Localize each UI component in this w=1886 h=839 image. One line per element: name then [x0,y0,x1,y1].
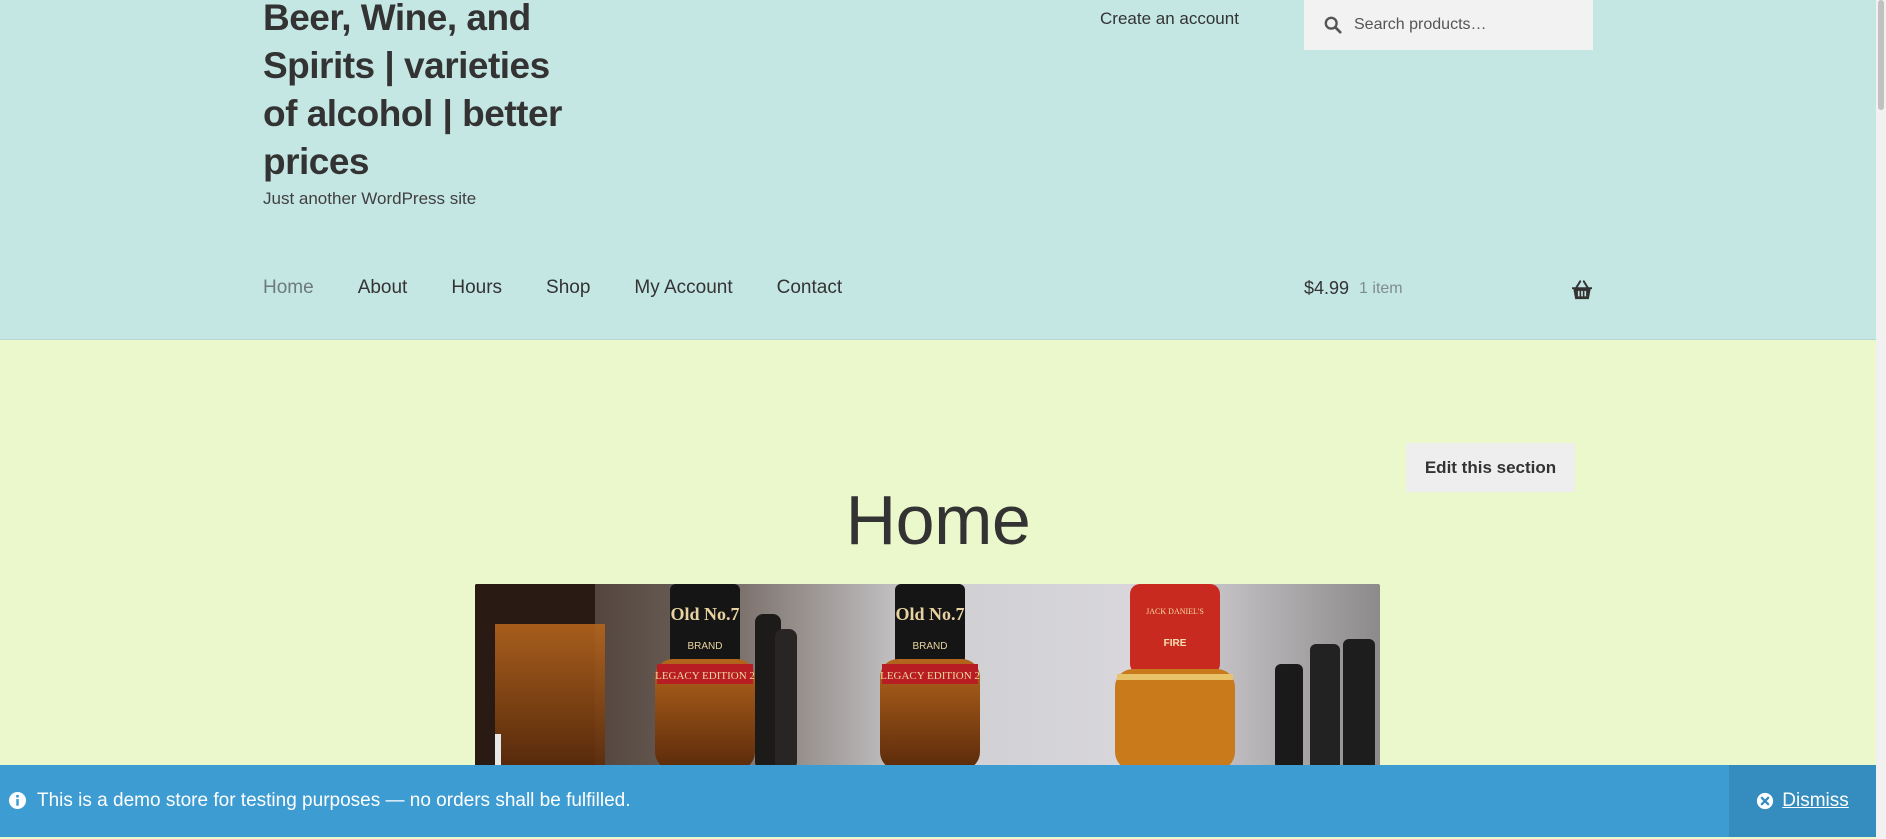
nav-item-about[interactable]: About [358,277,408,299]
hero-image: LEGACY EDITION 2 Old No.7 BRAND LEGACY E… [475,584,1380,770]
scrollbar-thumb[interactable] [1878,0,1884,110]
close-icon[interactable] [1756,792,1774,810]
demo-store-notice: This is a demo store for testing purpose… [0,765,1876,837]
page-scrollbar[interactable] [1876,0,1886,839]
demo-store-notice-text: This is a demo store for testing purpose… [37,790,631,811]
bottle-name-label: Old No.7 [670,604,739,624]
cart-amount[interactable]: $4.99 [1304,278,1349,299]
nav-item-home[interactable]: Home [263,277,314,299]
bottle-band-label: LEGACY EDITION 2 [655,670,755,682]
basket-icon[interactable] [1571,280,1593,300]
bottle-name-label: Old No.7 [895,604,964,624]
bottle-brand-label: BRAND [912,641,947,652]
cart-count[interactable]: 1 item [1359,280,1403,298]
site-header: Beer, Wine, and Spirits | varieties of a… [0,0,1876,340]
primary-navigation: Home About Hours Shop My Account Contact [263,277,842,299]
nav-item-shop[interactable]: Shop [546,277,590,299]
page-title: Home [845,481,1031,559]
info-icon [8,791,27,810]
header-cart[interactable]: $4.99 1 item [1304,278,1593,300]
site-title[interactable]: Beer, Wine, and Spirits | varieties of a… [263,0,583,186]
bottle-band-label: LEGACY EDITION 2 [880,670,980,682]
bottle-brand-label: BRAND [687,641,722,652]
dismiss-button[interactable]: Dismiss [1729,765,1876,837]
nav-item-contact[interactable]: Contact [777,277,842,299]
dismiss-link[interactable]: Dismiss [1782,790,1849,812]
site-tagline: Just another WordPress site [263,189,477,208]
search-icon [1324,16,1342,34]
bottle-band-label: FIRE [1164,638,1187,649]
liquor-bottles-image: LEGACY EDITION 2 Old No.7 BRAND LEGACY E… [475,584,1380,770]
search-input[interactable] [1354,16,1584,34]
create-account-link[interactable]: Create an account [1100,9,1239,29]
nav-item-hours[interactable]: Hours [451,277,502,299]
product-search [1304,0,1593,50]
bottle-name-label: JACK DANIEL'S [1146,607,1204,616]
nav-item-my-account[interactable]: My Account [634,277,732,299]
